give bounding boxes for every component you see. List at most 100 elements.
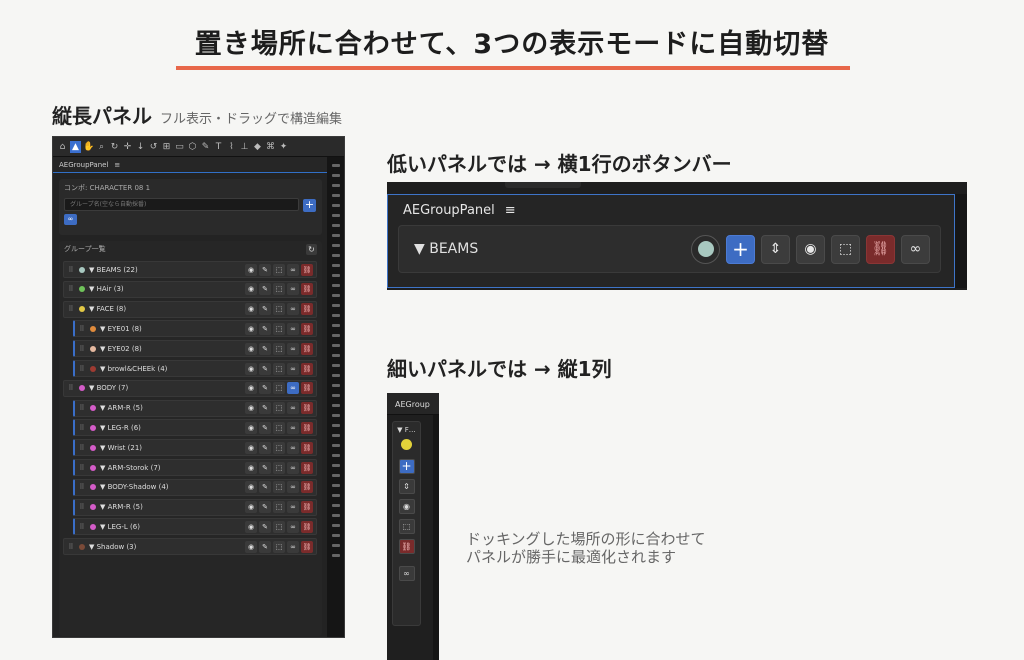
unlink-icon[interactable]: ⛓ <box>301 342 313 355</box>
pencil-icon[interactable]: ✎ <box>259 520 271 533</box>
link-icon[interactable]: ∞ <box>398 566 415 581</box>
hand-tool-icon[interactable]: ✋ <box>83 141 94 153</box>
eye-icon[interactable]: ◉ <box>245 461 257 474</box>
eye-icon[interactable]: ◉ <box>245 322 257 335</box>
unlink-icon[interactable]: ⛓ <box>301 520 313 533</box>
pencil-icon[interactable]: ✎ <box>259 540 271 553</box>
color-dot-icon[interactable] <box>90 424 96 431</box>
select-layers-icon[interactable]: ⬚ <box>273 362 285 375</box>
link-icon[interactable]: ∞ <box>287 402 299 415</box>
pencil-icon[interactable]: ✎ <box>259 481 271 494</box>
group-label[interactable]: ▼ F… <box>393 426 420 434</box>
row-label[interactable]: ▼ LEG-L (6) <box>100 523 245 531</box>
unlink-icon[interactable]: ⛓ <box>301 461 313 474</box>
add-button[interactable]: + <box>726 234 755 264</box>
select-layers-icon[interactable]: ⬚ <box>273 441 285 454</box>
roto-tool-icon[interactable]: ⌘ <box>265 141 276 153</box>
table-row[interactable]: ⠿ ▼ ARM-Storok (7) ◉ ✎ ⬚ ∞ ⛓ <box>73 459 317 476</box>
row-label[interactable]: ▼ browl&CHEEk (4) <box>100 365 245 373</box>
table-row[interactable]: ⠿ ▼ BODY (7) ◉ ✎ ⬚ ∞ ⛓ <box>63 379 317 397</box>
table-row[interactable]: ⠿ ▼ FACE (8) ◉ ✎ ⬚ ∞ ⛓ <box>63 300 317 318</box>
pencil-icon[interactable]: ✎ <box>259 283 271 296</box>
color-swatch-button[interactable] <box>691 234 720 264</box>
unlink-icon[interactable]: ⛓ <box>301 362 313 375</box>
color-dot-icon[interactable] <box>90 484 96 491</box>
puppet-tool-icon[interactable]: ✦ <box>278 141 289 153</box>
drag-handle-icon[interactable]: ⠿ <box>67 384 75 392</box>
eye-icon[interactable]: ◉ <box>245 421 257 434</box>
row-label[interactable]: ▼ FACE (8) <box>89 305 245 313</box>
panel-tab[interactable]: AEGroup <box>387 393 439 415</box>
pencil-icon[interactable]: ✎ <box>259 263 271 276</box>
eye-icon[interactable]: ◉ <box>245 441 257 454</box>
pencil-icon[interactable]: ✎ <box>259 342 271 355</box>
table-row[interactable]: ⠿ ▼ browl&CHEEk (4) ◉ ✎ ⬚ ∞ ⛓ <box>73 360 317 377</box>
drag-handle-icon[interactable]: ⠿ <box>78 345 86 353</box>
select-layers-icon[interactable]: ⬚ <box>273 322 285 335</box>
link-icon[interactable]: ∞ <box>287 382 299 395</box>
color-dot-icon[interactable] <box>90 345 96 352</box>
orbit-tool-icon[interactable]: ↺ <box>148 141 159 153</box>
row-label[interactable]: ▼ LEG-R (6) <box>100 424 245 432</box>
drag-handle-icon[interactable]: ⠿ <box>78 325 86 333</box>
unlink-icon[interactable]: ⛓ <box>866 234 895 264</box>
select-layers-icon[interactable]: ⬚ <box>831 234 860 264</box>
link-icon[interactable]: ∞ <box>287 263 299 276</box>
color-dot-icon[interactable] <box>79 286 85 293</box>
select-layers-icon[interactable]: ⬚ <box>273 263 285 276</box>
pencil-icon[interactable]: ✎ <box>259 402 271 415</box>
rect-tool-icon[interactable]: ▭ <box>174 141 185 153</box>
eye-icon[interactable]: ◉ <box>245 362 257 375</box>
link-icon[interactable]: ∞ <box>287 322 299 335</box>
row-label[interactable]: ▼ EYE01 (8) <box>100 325 245 333</box>
table-row[interactable]: ⠿ ▼ ARM-R (5) ◉ ✎ ⬚ ∞ ⛓ <box>73 399 317 417</box>
unlink-icon[interactable]: ⛓ <box>301 283 313 296</box>
home-icon[interactable]: ⌂ <box>57 141 68 153</box>
link-icon[interactable]: ∞ <box>287 303 299 316</box>
link-icon[interactable]: ∞ <box>287 283 299 296</box>
table-row[interactable]: ⠿ ▼ Wrist (21) ◉ ✎ ⬚ ∞ ⛓ <box>73 439 317 457</box>
select-layers-icon[interactable]: ⬚ <box>273 402 285 415</box>
pencil-icon[interactable]: ✎ <box>259 501 271 514</box>
drag-handle-icon[interactable]: ⠿ <box>78 365 86 373</box>
drag-handle-icon[interactable]: ⠿ <box>67 543 75 551</box>
drag-handle-icon[interactable]: ⠿ <box>67 285 75 293</box>
eye-icon[interactable]: ◉ <box>245 481 257 494</box>
link-icon[interactable]: ∞ <box>287 520 299 533</box>
pen-tool-icon[interactable]: ✎ <box>200 141 211 153</box>
drag-handle-icon[interactable]: ⠿ <box>78 404 86 412</box>
unlink-icon[interactable]: ⛓ <box>301 481 313 494</box>
select-layers-icon[interactable]: ⬚ <box>273 382 285 395</box>
color-dot-icon[interactable] <box>90 325 96 332</box>
rotate-tool-icon[interactable]: ↻ <box>109 141 120 153</box>
eye-icon[interactable]: ◉ <box>245 342 257 355</box>
panel-tab[interactable]: AEGroupPanel ≡ <box>53 157 328 173</box>
table-row[interactable]: ⠿ ▼ EYE01 (8) ◉ ✎ ⬚ ∞ ⛓ <box>73 320 317 338</box>
drag-handle-icon[interactable]: ⠿ <box>78 523 86 531</box>
link-icon[interactable]: ∞ <box>287 501 299 514</box>
eye-icon[interactable]: ◉ <box>245 283 257 296</box>
refresh-icon[interactable]: ↻ <box>306 243 317 255</box>
color-dot-icon[interactable] <box>79 266 85 273</box>
unlink-icon[interactable]: ⛓ <box>301 382 313 395</box>
color-dot-icon[interactable] <box>79 543 85 550</box>
row-label[interactable]: ▼ BODY (7) <box>89 384 245 392</box>
color-dot-icon[interactable] <box>79 385 85 392</box>
link-icon[interactable]: ∞ <box>901 234 930 264</box>
row-label[interactable]: ▼ Shadow (3) <box>89 543 245 551</box>
eye-icon[interactable]: ◉ <box>245 540 257 553</box>
table-row[interactable]: ⠿ ▼ EYE02 (8) ◉ ✎ ⬚ ∞ ⛓ <box>73 340 317 358</box>
link-icon[interactable]: ∞ <box>287 441 299 454</box>
add-button[interactable]: + <box>398 459 415 474</box>
move-down-icon[interactable]: ↓ <box>135 141 146 153</box>
unlink-icon[interactable]: ⛓ <box>301 441 313 454</box>
link-icon[interactable]: ∞ <box>287 481 299 494</box>
select-layers-icon[interactable]: ⬚ <box>273 303 285 316</box>
eye-icon[interactable]: ◉ <box>245 382 257 395</box>
select-layers-icon[interactable]: ⬚ <box>273 342 285 355</box>
expand-collapse-icon[interactable]: ⇕ <box>398 479 415 494</box>
color-dot-icon[interactable] <box>79 306 85 313</box>
table-row[interactable]: ⠿ ▼ BODY-Shadow (4) ◉ ✎ ⬚ ∞ ⛓ <box>73 478 317 496</box>
color-dot-icon[interactable] <box>90 464 96 471</box>
expand-collapse-icon[interactable]: ⇕ <box>761 234 790 264</box>
